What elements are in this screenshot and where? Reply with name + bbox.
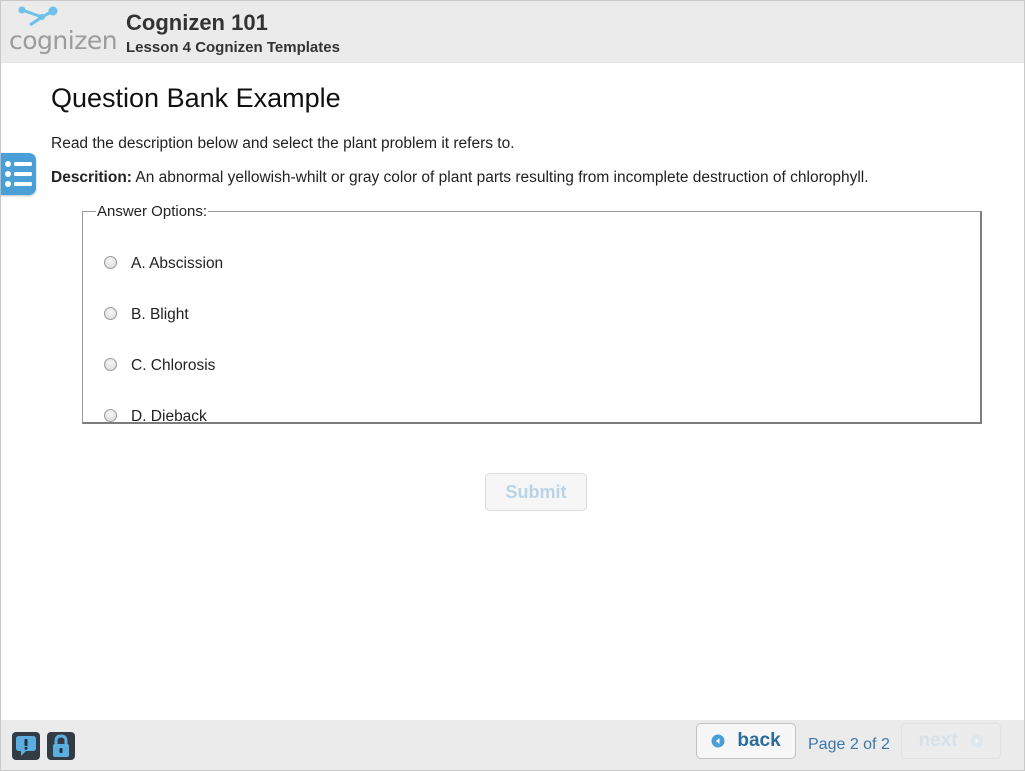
help-comment-icon[interactable]	[12, 732, 40, 760]
back-arrow-icon	[711, 734, 725, 748]
svg-text:cognizen: cognizen	[9, 26, 117, 55]
radio-button[interactable]	[104, 255, 117, 269]
description-text: An abnormal yellowish-whilt or gray colo…	[135, 169, 869, 186]
lock-icon[interactable]	[47, 732, 75, 760]
question-description: Descrition: An abnormal yellowish-whilt …	[51, 169, 869, 187]
list-menu-icon	[5, 161, 32, 187]
answer-option-b[interactable]: B. Blight	[104, 304, 189, 326]
course-title: Cognizen 101	[126, 10, 268, 35]
answer-option-c[interactable]: C. Chlorosis	[104, 355, 215, 377]
page-title: Question Bank Example	[51, 83, 341, 113]
radio-button[interactable]	[104, 357, 117, 371]
answer-option-label: B. Blight	[131, 306, 189, 323]
menu-toggle-button[interactable]	[1, 153, 36, 195]
page-indicator: Page 2 of 2	[808, 736, 890, 753]
next-label: next	[918, 730, 958, 751]
answer-option-a[interactable]: A. Abscission	[104, 253, 223, 275]
answer-options-group: Answer Options: A. Abscission B. Blight …	[82, 203, 982, 425]
submit-button[interactable]: Submit	[485, 473, 587, 511]
course-window: cognizen Cognizen 101 Lesson 4 Cognizen …	[0, 0, 1025, 771]
cognizen-logo: cognizen	[9, 6, 118, 55]
next-button[interactable]: next	[901, 723, 1001, 759]
answer-option-label: D. Dieback	[131, 408, 207, 425]
question-instructions: Read the description below and select th…	[51, 135, 515, 152]
answer-option-d[interactable]: D. Dieback	[104, 406, 207, 428]
header-bar: cognizen Cognizen 101 Lesson 4 Cognizen …	[1, 1, 1024, 63]
back-label: back	[737, 730, 781, 751]
radio-button[interactable]	[104, 306, 117, 320]
description-label: Descrition:	[51, 169, 132, 186]
back-button[interactable]: back	[696, 723, 796, 759]
answer-option-label: A. Abscission	[131, 255, 224, 272]
answer-options-legend: Answer Options:	[97, 203, 208, 220]
lesson-title: Lesson 4 Cognizen Templates	[126, 39, 340, 56]
answer-option-label: C. Chlorosis	[131, 357, 216, 374]
radio-button[interactable]	[104, 408, 117, 422]
next-arrow-icon	[970, 734, 984, 748]
